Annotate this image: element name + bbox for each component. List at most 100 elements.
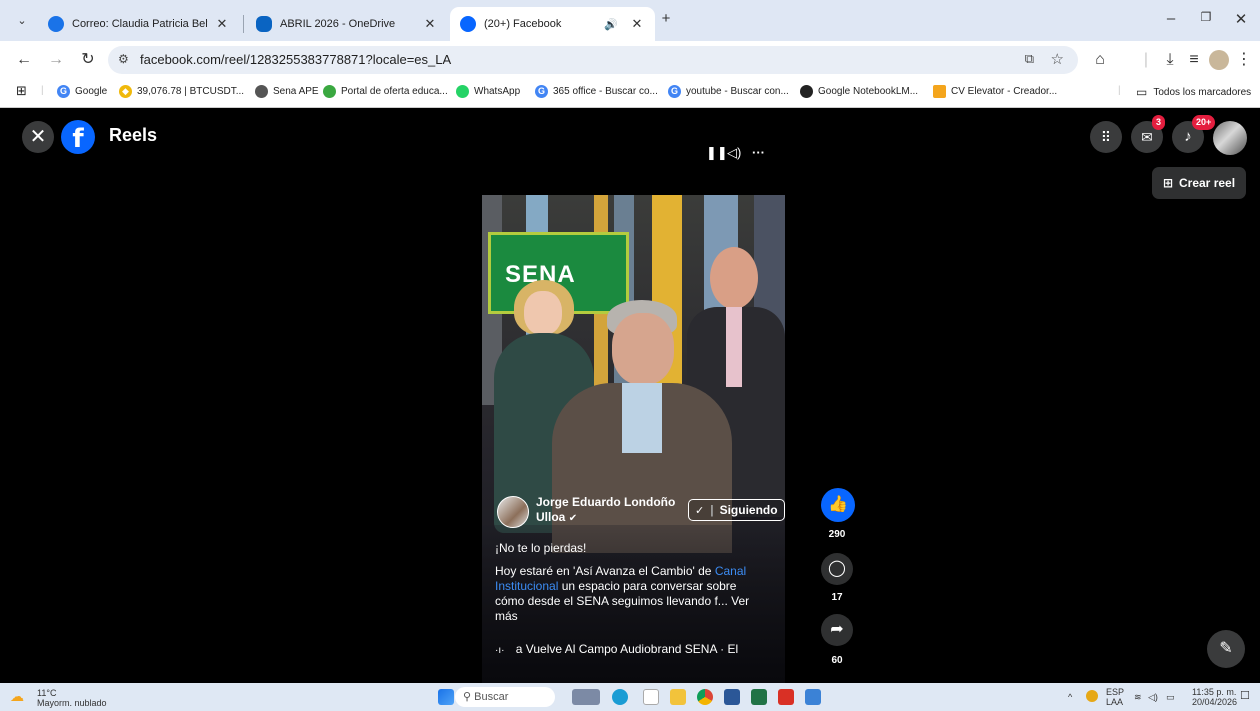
weather-temp[interactable]: 11°C	[37, 688, 56, 698]
speaker-icon[interactable]: ◁)	[1148, 692, 1158, 702]
account-avatar[interactable]	[1213, 121, 1247, 155]
follow-button[interactable]: ✓ | Siguiendo	[688, 499, 785, 521]
close-tab-icon[interactable]: ✕	[214, 16, 230, 32]
bookmark-notebooklm[interactable]: Google NotebookLM...	[800, 85, 918, 98]
onedrive-icon	[256, 16, 272, 32]
bookmark-btcusdt[interactable]: ◆ 39,076.78 | BTCUSDT...	[119, 85, 244, 98]
author-name[interactable]: Jorge Eduardo Londoño Ulloa ✔	[536, 495, 706, 526]
bookmark-portal-oferta[interactable]: Portal de oferta educa...	[323, 85, 448, 98]
globe-icon	[255, 85, 268, 98]
clock-time[interactable]: 11:35 p. m.	[1192, 687, 1236, 697]
tray-chevron-icon[interactable]: ^	[1068, 692, 1072, 702]
all-bookmarks-button[interactable]: ▭ Todos los marcadores	[1136, 85, 1251, 99]
profile-icon[interactable]	[1209, 50, 1229, 70]
chrome-icon[interactable]	[697, 689, 713, 705]
edge-icon[interactable]	[612, 689, 628, 705]
audio-wave-icon: ·ı·	[495, 645, 505, 656]
close-window-icon[interactable]: ✕	[1230, 10, 1252, 28]
reload-icon[interactable]: ↻	[78, 50, 98, 70]
keyboard-layout[interactable]: LAA	[1106, 697, 1123, 707]
volume-icon[interactable]: ◁)	[727, 145, 741, 161]
tab-audio-icon[interactable]: 🔊	[599, 18, 623, 31]
comment-icon[interactable]: ◯	[821, 553, 853, 585]
close-reels-button[interactable]: ✕	[22, 121, 54, 153]
tab-search-chevron-icon[interactable]: ⌄	[12, 11, 32, 31]
menu-dots-icon[interactable]: ⋮	[1234, 50, 1254, 70]
like-count: 290	[828, 529, 846, 540]
comment-count: 17	[831, 592, 843, 603]
bookmark-whatsapp[interactable]: WhatsApp	[456, 85, 520, 98]
bookmark-google[interactable]: G Google	[57, 85, 107, 98]
bookmark-sena-ape[interactable]: Sena APE	[255, 85, 319, 98]
institucional-link[interactable]: Institucional	[495, 579, 558, 593]
minimize-icon[interactable]: –	[1160, 10, 1182, 27]
address-bar[interactable]: ⚙ facebook.com/reel/1283255383778871?loc…	[108, 46, 1078, 74]
windows-start-icon[interactable]	[438, 689, 454, 705]
taskbar-search[interactable]: ⚲ Buscar	[455, 687, 555, 707]
task-view-icon[interactable]	[572, 689, 600, 705]
close-tab-icon[interactable]: ✕	[422, 16, 438, 32]
notepad-icon[interactable]	[643, 689, 659, 705]
star-icon[interactable]: ☆	[1051, 50, 1064, 68]
canal-link[interactable]: Canal	[715, 564, 746, 578]
pause-icon[interactable]: ❚❚	[706, 145, 728, 161]
audio-track[interactable]: ·ı· a Vuelve Al Campo Audiobrand SENA · …	[495, 642, 785, 656]
tray-app-icon[interactable]	[1086, 690, 1098, 702]
google-icon: G	[535, 85, 548, 98]
more-options-icon[interactable]: ···	[752, 145, 765, 160]
tab-onedrive[interactable]: ABRIL 2026 - OneDrive ✕	[246, 7, 448, 41]
reading-list-icon[interactable]: ≡	[1184, 50, 1204, 70]
restore-icon[interactable]: ❐	[1195, 10, 1217, 24]
bookmark-youtube-search[interactable]: Gyoutube - Buscar con...	[668, 85, 789, 98]
address-url[interactable]: facebook.com/reel/1283255383778871?local…	[140, 52, 451, 67]
bookmarks-divider: |	[1118, 85, 1121, 96]
new-tab-plus-icon[interactable]: +	[655, 10, 677, 27]
clock-date[interactable]: 20/04/2026	[1192, 697, 1237, 707]
bookmarks-divider: |	[41, 85, 44, 96]
man-center-shirt	[622, 383, 662, 453]
share-icon[interactable]: ➦	[821, 614, 853, 646]
new-message-edit-icon[interactable]: ✎	[1207, 630, 1245, 668]
weather-desc[interactable]: Mayorm. nublado	[37, 698, 107, 708]
cast-icon[interactable]: ⧉	[1025, 51, 1034, 67]
facebook-logo-icon[interactable]: f	[61, 120, 95, 154]
windows-taskbar: ☁ 11°C Mayorm. nublado ⚲ Buscar ^ ESP LA…	[0, 683, 1260, 711]
excel-icon[interactable]	[751, 689, 767, 705]
tab-facebook[interactable]: (20+) Facebook 🔊 ✕	[450, 7, 655, 41]
site-info-icon[interactable]: ⚙	[118, 52, 129, 66]
share-count: 60	[831, 655, 843, 666]
like-button-icon[interactable]: 👍	[821, 488, 855, 522]
photos-icon[interactable]	[805, 689, 821, 705]
menu-grid-icon[interactable]: ⠿	[1090, 121, 1122, 153]
tab-separator	[243, 15, 244, 33]
close-tab-icon[interactable]: ✕	[629, 16, 645, 32]
download-icon[interactable]: ⤓	[1160, 50, 1180, 70]
battery-icon[interactable]: ▭	[1166, 692, 1175, 702]
google-icon: G	[668, 85, 681, 98]
back-arrow-icon[interactable]: ←	[14, 50, 34, 70]
apps-grid-icon[interactable]: ⊞	[16, 83, 27, 99]
language-indicator[interactable]: ESP	[1106, 687, 1124, 697]
wifi-icon[interactable]: ≋	[1134, 692, 1142, 702]
extensions-icon[interactable]: ⌂	[1090, 50, 1110, 70]
weather-cloud-icon[interactable]: ☁	[10, 688, 24, 705]
crear-reel-button[interactable]: ⊞ Crear reel	[1152, 167, 1246, 199]
word-icon[interactable]	[724, 689, 740, 705]
file-explorer-icon[interactable]	[670, 689, 686, 705]
messenger-badge: 3	[1152, 115, 1166, 130]
ver-mas-link[interactable]: más	[495, 609, 518, 623]
acrobat-icon[interactable]	[778, 689, 794, 705]
notification-center-icon[interactable]: ☐	[1240, 691, 1250, 702]
bookmarks-bar: ⊞ | G Google ◆ 39,076.78 | BTCUSDT... Sena…	[0, 78, 1260, 108]
facebook-reels-page: ✕ f Reels ❚❚ ◁) ··· ⠿ ✉ 3 ♪ 20+ ⊞ Crear …	[0, 109, 1260, 685]
man-center-face	[612, 313, 674, 385]
tab-correo[interactable]: Correo: Claudia Patricia Beltran M ✕	[38, 7, 240, 41]
sena-icon	[323, 85, 336, 98]
bookmark-365-office[interactable]: G 365 office - Buscar co...	[535, 85, 658, 98]
caption-intro: ¡No te lo pierdas!	[495, 541, 587, 555]
screen: ⌄ Correo: Claudia Patricia Beltran M ✕ A…	[0, 0, 1260, 711]
forward-arrow-icon[interactable]: →	[46, 50, 66, 70]
bookmark-cv-elevator[interactable]: CV Elevator - Creador...	[933, 85, 1057, 98]
toolbar-divider: |	[1143, 51, 1149, 68]
author-avatar[interactable]	[497, 496, 529, 528]
